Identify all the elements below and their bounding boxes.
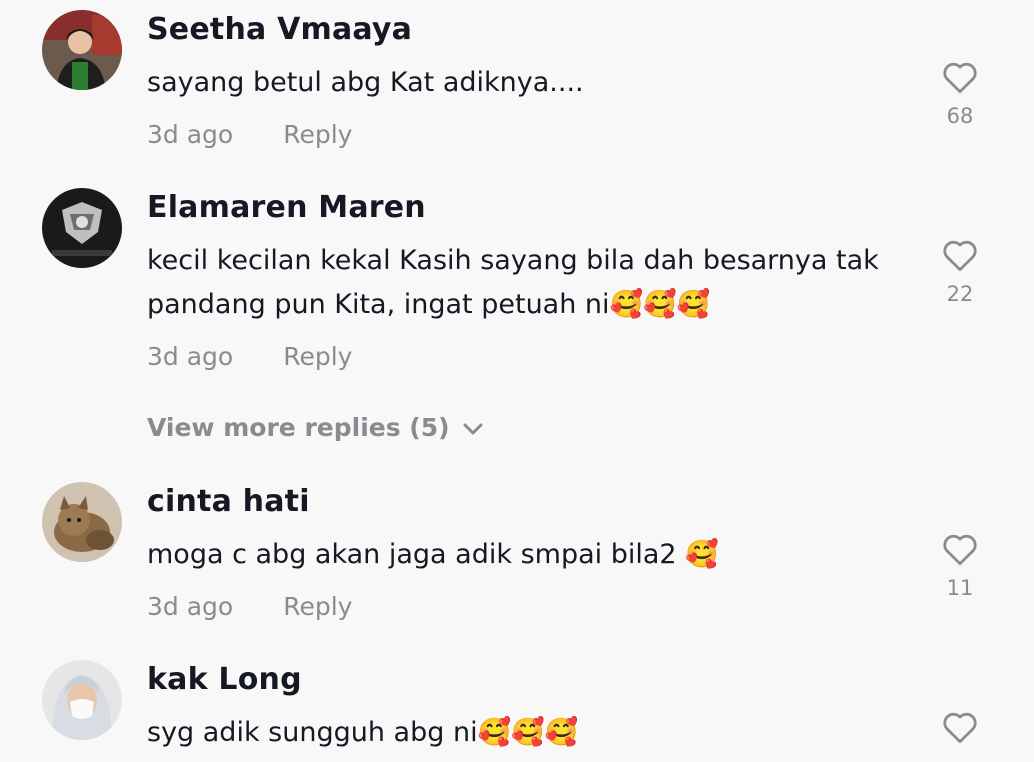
like-count: 68 — [946, 104, 974, 128]
username[interactable]: kak Long — [147, 662, 302, 697]
avatar[interactable] — [42, 482, 122, 562]
avatar[interactable] — [42, 10, 122, 90]
username[interactable]: Seetha Vmaaya — [147, 12, 412, 47]
comment-item: Elamaren Maren kecil kecilan kekal Kasih… — [0, 188, 1034, 388]
comment-meta: 3d ago Reply — [147, 592, 352, 621]
like-control: 11 — [930, 532, 990, 600]
comment-text: moga c abg akan jaga adik smpai bila2 🥰 — [147, 539, 719, 570]
heart-icon[interactable] — [941, 710, 979, 744]
comment-item: cinta hati moga c abg akan jaga adik smp… — [0, 482, 1034, 632]
timestamp: 3d ago — [147, 342, 234, 371]
timestamp: 3d ago — [147, 120, 234, 149]
avatar[interactable] — [42, 188, 122, 268]
reply-button[interactable]: Reply — [283, 592, 352, 621]
like-control: 22 — [930, 238, 990, 306]
comment-text: kecil kecilan kekal Kasih sayang bila da… — [147, 245, 879, 320]
heart-icon[interactable] — [941, 238, 979, 272]
like-control: 68 — [930, 60, 990, 128]
username[interactable]: Elamaren Maren — [147, 190, 426, 225]
like-count: 11 — [946, 576, 974, 600]
heart-icon[interactable] — [941, 60, 979, 94]
comment-text: sayang betul abg Kat adiknya.... — [147, 67, 584, 98]
emblem-avatar-icon — [42, 188, 122, 268]
comment-text: syg adik sungguh abg ni🥰🥰🥰 — [147, 717, 579, 748]
chevron-down-icon — [463, 423, 483, 435]
view-more-replies-label: View more replies (5) — [147, 413, 450, 442]
reply-button[interactable]: Reply — [283, 342, 352, 371]
like-control — [930, 710, 990, 744]
comment-meta: 3d ago Reply — [147, 120, 352, 149]
like-count: 22 — [946, 282, 974, 306]
avatar[interactable] — [42, 660, 122, 740]
username[interactable]: cinta hati — [147, 484, 310, 519]
view-more-replies-button[interactable]: View more replies (5) — [147, 413, 484, 442]
user-photo-avatar-icon — [42, 660, 122, 740]
reply-button[interactable]: Reply — [283, 120, 352, 149]
timestamp: 3d ago — [147, 592, 234, 621]
comment-meta: 3d ago Reply — [147, 342, 352, 371]
heart-icon[interactable] — [941, 532, 979, 566]
user-photo-avatar-icon — [42, 10, 122, 90]
comment-item: Seetha Vmaaya sayang betul abg Kat adikn… — [0, 10, 1034, 160]
comment-item: kak Long syg adik sungguh abg ni🥰🥰🥰 — [0, 660, 1034, 762]
cat-photo-avatar-icon — [42, 482, 122, 562]
